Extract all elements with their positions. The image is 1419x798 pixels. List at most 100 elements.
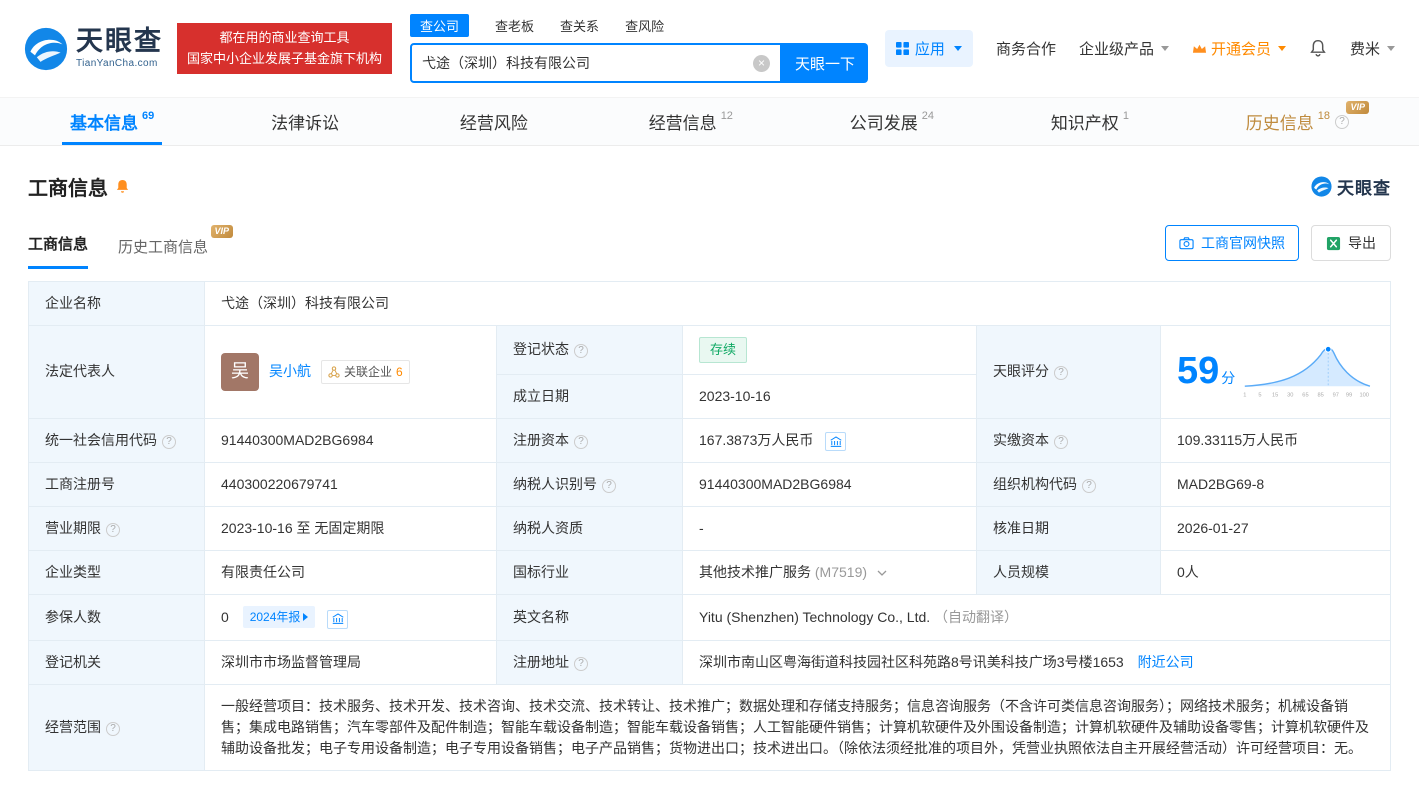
tianyancha-logo-icon	[1311, 176, 1332, 197]
english-name-value: Yitu (Shenzhen) Technology Co., Ltd. （自动…	[682, 594, 1391, 641]
score-cell[interactable]: 59 分 1 5 15 30 65 85 97 99 100	[1160, 325, 1391, 419]
insured-num-value: 0 2024年报	[204, 594, 497, 641]
official-snapshot-button[interactable]: 工商官网快照	[1165, 225, 1299, 261]
help-icon[interactable]	[1054, 366, 1068, 381]
vip-badge: VIP	[210, 225, 234, 238]
score-label: 天眼评分	[976, 325, 1161, 419]
tab-operation-info[interactable]: 经营信息 12	[641, 98, 741, 145]
chevron-down-icon[interactable]	[877, 570, 887, 576]
insured-detail-icon[interactable]	[327, 609, 349, 629]
tab-basic-info[interactable]: 基本信息 69	[62, 98, 163, 145]
nav-enterprise-products[interactable]: 企业级产品	[1079, 38, 1169, 59]
capital-evaluate-icon[interactable]	[825, 432, 847, 451]
help-icon[interactable]	[602, 479, 616, 493]
table-row: 法定代表人 吴 吴小航 关联企业 6 登记状态? 存续 天眼评分? 59 分 1…	[28, 325, 1391, 419]
reg-status-label: 登记状态	[496, 325, 683, 375]
status-badge: 存续	[699, 337, 748, 363]
help-icon[interactable]	[1054, 434, 1068, 449]
section-header: 工商信息 天眼查	[28, 172, 1391, 201]
help-icon[interactable]	[574, 434, 588, 449]
help-icon[interactable]	[162, 434, 176, 449]
business-info-table: 企业名称 弋途（深圳）科技有限公司 法定代表人 吴 吴小航 关联企业 6 登记状…	[28, 281, 1391, 771]
related-companies-badge[interactable]: 关联企业 6	[321, 359, 410, 384]
primary-tab-bar: 基本信息 69 法律诉讼 经营风险 经营信息 12 公司发展 24 知识产权 1 VIP…	[0, 97, 1419, 146]
tab-intellectual-property[interactable]: 知识产权 1	[1043, 98, 1137, 145]
export-button[interactable]: 导出	[1311, 225, 1391, 261]
search-input[interactable]	[422, 55, 754, 71]
legal-rep-link[interactable]: 吴小航	[269, 361, 311, 382]
reg-capital-value: 167.3873万人民币	[682, 417, 977, 463]
help-icon[interactable]	[574, 344, 588, 359]
main-content: 工商信息 天眼查 工商信息 VIP 历史工商信息 工商官网快照 导出 企业名称 …	[0, 172, 1419, 771]
slogan-banner: 都在用的商业查询工具 国家中小企业发展子基金旗下机构	[177, 22, 393, 75]
user-menu[interactable]: 费米	[1350, 38, 1395, 59]
staff-scale-value: 0人	[1160, 550, 1391, 595]
search-tab-boss[interactable]: 查老板	[495, 16, 534, 35]
site-logo[interactable]: 天眼查 TianYanCha.com	[24, 27, 163, 71]
tab-history-info[interactable]: VIP 历史信息 18	[1238, 98, 1369, 145]
help-icon[interactable]	[106, 523, 120, 537]
chevron-down-icon	[1160, 46, 1169, 51]
camera-icon	[1179, 237, 1194, 250]
org-code-value: MAD2BG69-8	[1160, 462, 1391, 507]
help-icon[interactable]	[574, 656, 588, 671]
tab-company-development[interactable]: 公司发展 24	[842, 98, 942, 145]
crown-icon	[1192, 44, 1207, 53]
search-tab-company[interactable]: 查公司	[410, 14, 470, 37]
subscribe-bell-icon[interactable]	[115, 179, 130, 195]
taxpayer-quality-value: -	[682, 506, 977, 551]
arrow-right-icon	[303, 613, 309, 621]
table-row: 营业期限 2023-10-16 至 无固定期限 纳税人资质 - 核准日期 202…	[28, 506, 1391, 551]
table-row: 登记机关 深圳市市场监督管理局 注册地址 深圳市南山区粤海街道科技园社区科苑路8…	[28, 639, 1391, 685]
apps-menu[interactable]: 应用	[884, 30, 973, 67]
chevron-down-icon	[953, 46, 962, 51]
english-name-label: 英文名称	[496, 594, 683, 641]
nav-vip-upgrade[interactable]: 开通会员	[1192, 38, 1286, 59]
svg-text:97: 97	[1333, 392, 1339, 398]
tab-legal-proceedings[interactable]: 法律诉讼	[263, 98, 351, 145]
brand-name: 天眼查	[76, 26, 163, 56]
subtab-history-business-info[interactable]: VIP 历史工商信息	[118, 225, 234, 269]
table-row: 企业类型 有限责任公司 国标行业 其他技术推广服务 (M7519) 人员规模 0…	[28, 550, 1391, 595]
top-nav: 应用 商务合作 企业级产品 开通会员 费米	[884, 30, 1395, 67]
paid-capital-label: 实缴资本	[976, 417, 1161, 463]
score-distribution-chart: 1 5 15 30 65 85 97 99 100	[1243, 345, 1371, 398]
scope-value: 一般经营项目：技术服务、技术开发、技术咨询、技术交流、技术转让、技术推广；数据处…	[204, 683, 1391, 771]
chevron-down-icon	[1387, 46, 1395, 51]
help-icon[interactable]	[1082, 479, 1096, 493]
subtab-business-info[interactable]: 工商信息	[28, 233, 89, 269]
search-tab-bar: 查公司 查老板 查关系 查风险	[410, 14, 868, 37]
svg-text:65: 65	[1303, 392, 1309, 398]
notifications-bell-icon[interactable]	[1309, 39, 1327, 58]
score-value: 59 分	[1177, 350, 1236, 393]
annual-report-badge[interactable]: 2024年报	[242, 606, 316, 628]
insured-num-label: 参保人数	[28, 594, 205, 641]
paid-capital-value: 109.33115万人民币	[1160, 417, 1391, 463]
company-type-value: 有限责任公司	[204, 550, 497, 595]
taxpayer-no-value: 91440300MAD2BG6984	[682, 462, 977, 507]
industry-value: 其他技术推广服务 (M7519)	[682, 550, 977, 595]
search-area: 查公司 查老板 查关系 查风险 天眼一下	[410, 14, 869, 83]
table-row: 统一社会信用代码 91440300MAD2BG6984 注册资本 167.387…	[28, 417, 1391, 463]
search-tab-relation[interactable]: 查关系	[560, 16, 599, 35]
help-icon[interactable]	[1335, 114, 1349, 129]
clear-search-icon[interactable]	[753, 54, 771, 72]
table-row: 经营范围 一般经营项目：技术服务、技术开发、技术咨询、技术交流、技术转让、技术推…	[28, 683, 1391, 771]
staff-scale-label: 人员规模	[976, 550, 1161, 595]
help-icon[interactable]	[106, 721, 120, 736]
business-term-label: 营业期限	[28, 506, 205, 551]
search-box[interactable]	[410, 43, 783, 83]
company-type-label: 企业类型	[28, 550, 205, 595]
org-code-label: 组织机构代码	[976, 462, 1161, 507]
tab-operation-risk[interactable]: 经营风险	[452, 98, 540, 145]
reg-no-label: 工商注册号	[28, 462, 205, 507]
nav-business-cooperation[interactable]: 商务合作	[996, 38, 1056, 59]
legal-rep-avatar[interactable]: 吴	[221, 352, 259, 391]
search-tab-risk[interactable]: 查风险	[625, 16, 664, 35]
search-button[interactable]: 天眼一下	[782, 43, 869, 83]
reg-no-value: 440300220679741	[204, 462, 497, 507]
slogan-line1: 都在用的商业查询工具	[219, 29, 350, 45]
taxpayer-quality-label: 纳税人资质	[496, 506, 683, 551]
establish-date-value: 2023-10-16	[682, 373, 977, 419]
nearby-companies-link[interactable]: 附近公司	[1138, 654, 1194, 670]
